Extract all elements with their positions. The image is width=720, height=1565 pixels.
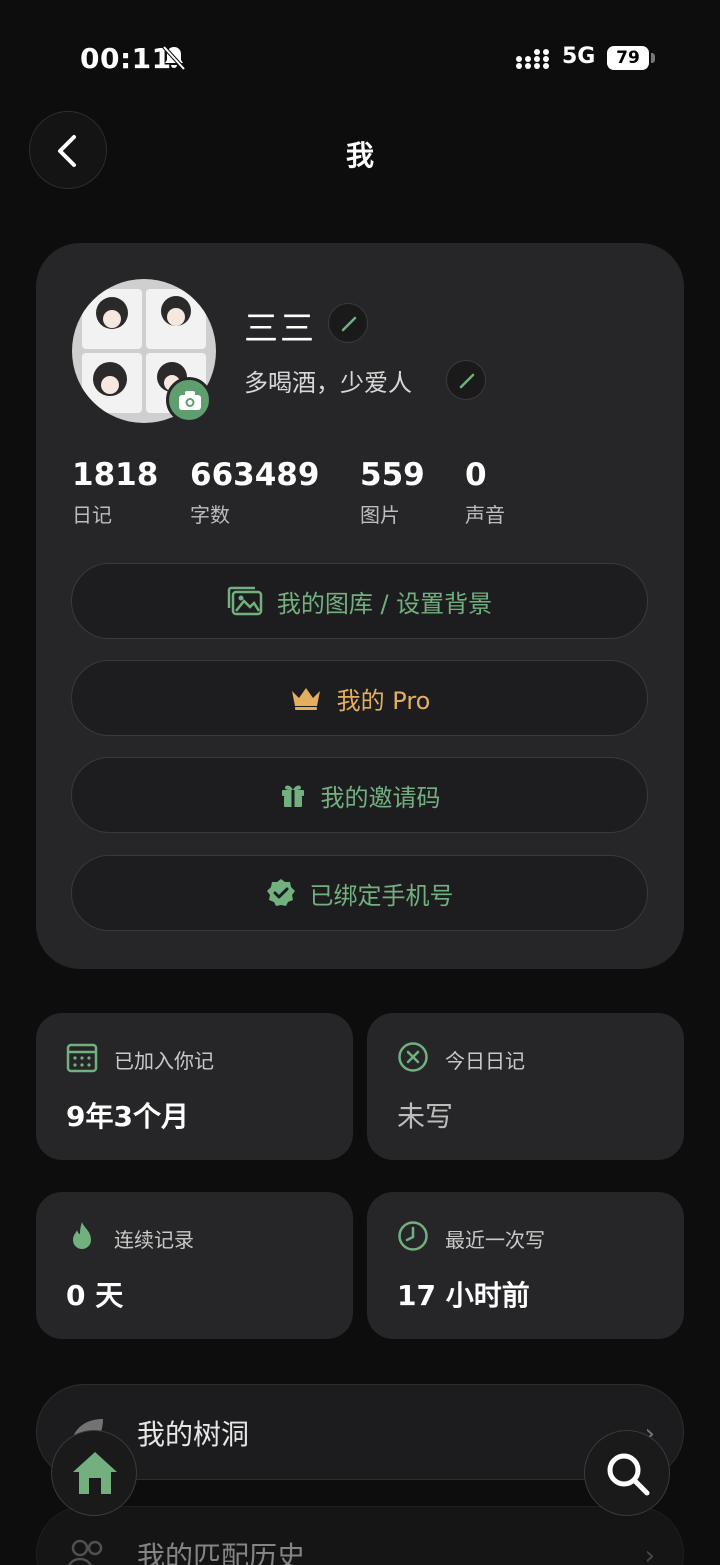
search-button[interactable] — [584, 1430, 670, 1516]
gift-icon — [281, 785, 304, 807]
row-label: 我的树洞 — [137, 1418, 250, 1451]
tile-value: 17 小时前 — [397, 1279, 530, 1312]
tile-streak: 连续记录 0 天 — [36, 1192, 353, 1339]
phone-bound-button[interactable]: 已绑定手机号 — [71, 855, 648, 931]
invite-code-button[interactable]: 我的邀请码 — [71, 757, 648, 833]
tile-label: 今日日记 — [445, 1049, 525, 1073]
stat-label: 字数 — [190, 503, 230, 527]
crown-icon — [291, 688, 320, 710]
stat-label: 日记 — [72, 503, 112, 527]
network-type: 5G — [562, 44, 596, 69]
pencil-icon — [459, 373, 475, 389]
tile-value: 9年3个月 — [66, 1100, 189, 1133]
edit-bio-button[interactable] — [446, 360, 486, 400]
status-time: 00:11 — [80, 42, 172, 75]
signal-icon — [516, 49, 549, 69]
stat-value: 559 — [360, 457, 425, 493]
clock-icon — [398, 1221, 428, 1251]
gallery-background-button[interactable]: 我的图库 / 设置背景 — [71, 563, 648, 639]
battery-level: 79 — [607, 46, 649, 70]
tile-value: 未写 — [397, 1100, 454, 1133]
page-title: 我 — [345, 139, 374, 172]
bell-muted-icon — [162, 45, 186, 71]
tile-joined: 已加入你记 9年3个月 — [36, 1013, 353, 1160]
search-icon — [607, 1453, 650, 1496]
verified-badge-icon — [266, 879, 295, 906]
stat-label: 图片 — [360, 503, 400, 527]
battery-nub — [651, 53, 655, 63]
tile-today[interactable]: 今日日记 未写 — [367, 1013, 684, 1160]
stat-value: 0 — [465, 457, 487, 493]
stat-images[interactable]: 559 图片 — [360, 457, 425, 528]
tile-label: 连续记录 — [114, 1228, 194, 1252]
calendar-icon — [66, 1043, 98, 1073]
change-avatar-button[interactable] — [166, 377, 212, 423]
phone-button-label: 已绑定手机号 — [309, 881, 454, 910]
flame-icon — [73, 1222, 91, 1249]
row-label: 我的匹配历史 — [137, 1540, 306, 1565]
chevron-right-icon: › — [644, 1541, 655, 1565]
nickname: 三三 — [244, 309, 316, 349]
people-icon — [68, 1539, 103, 1565]
home-icon — [73, 1452, 117, 1494]
pro-button-label: 我的 Pro — [336, 686, 431, 715]
tile-label: 最近一次写 — [445, 1228, 545, 1252]
tile-label: 已加入你记 — [114, 1049, 214, 1073]
close-circle-icon — [398, 1042, 428, 1072]
stat-label: 声音 — [465, 503, 505, 527]
tile-last-written: 最近一次写 17 小时前 — [367, 1192, 684, 1339]
pencil-icon — [341, 316, 357, 332]
profile-card: 三三 多喝酒，少爱人 1818 日记 663489 字数 559 图片 0 声音… — [36, 243, 684, 969]
match-history-row[interactable]: 我的匹配历史 › — [36, 1506, 684, 1565]
stat-audio[interactable]: 0 声音 — [465, 457, 505, 528]
stat-value: 663489 — [190, 457, 320, 493]
gallery-button-label: 我的图库 / 设置背景 — [276, 589, 493, 618]
stat-value: 1818 — [72, 457, 159, 493]
bio: 多喝酒，少爱人 — [244, 369, 412, 397]
status-bar: 00:11 5G 79 — [0, 0, 720, 110]
tile-value: 0 天 — [66, 1279, 124, 1312]
pro-button[interactable]: 我的 Pro — [71, 660, 648, 736]
stat-words[interactable]: 663489 字数 — [190, 457, 319, 528]
edit-nickname-button[interactable] — [328, 303, 368, 343]
invite-button-label: 我的邀请码 — [320, 783, 441, 812]
stat-diaries[interactable]: 1818 日记 — [72, 457, 158, 528]
camera-icon — [179, 391, 201, 410]
gallery-icon — [227, 586, 263, 616]
home-button[interactable] — [51, 1430, 137, 1516]
